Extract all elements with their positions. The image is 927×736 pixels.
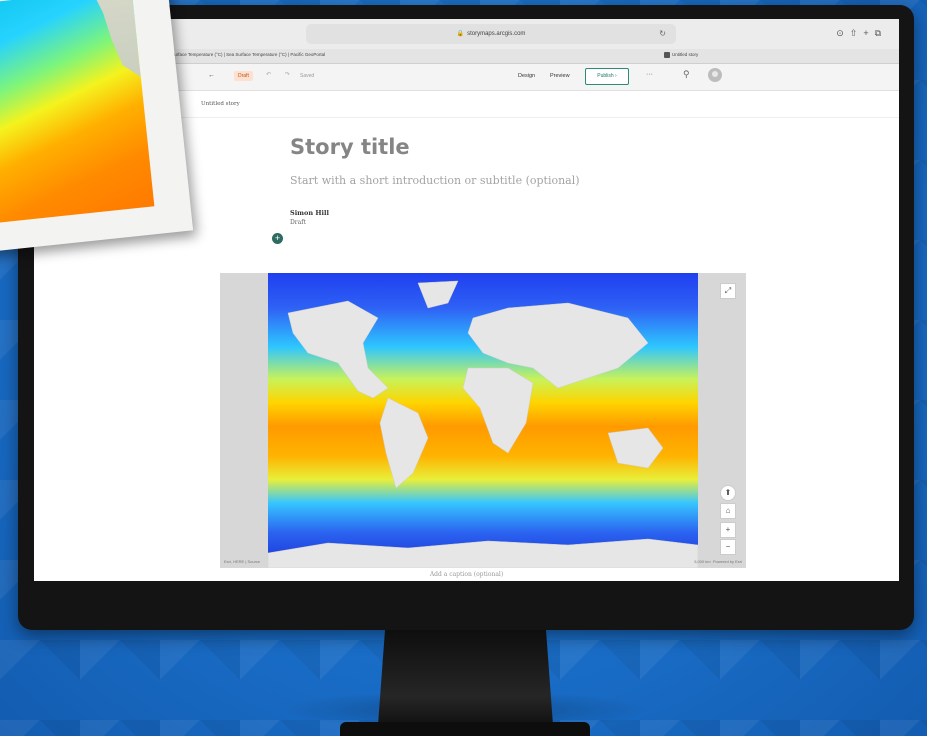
publish-button[interactable]: Publish › [585, 68, 629, 85]
home-icon[interactable]: ⌂ [720, 503, 736, 519]
zoom-in-button[interactable]: + [720, 522, 736, 538]
add-block-button[interactable]: + [272, 233, 283, 244]
url-text: storymaps.arcgis.com [467, 31, 526, 37]
story-status: Draft [290, 219, 306, 226]
story-name: Untitled story [201, 101, 240, 107]
compass-icon[interactable]: ⬆ [720, 485, 736, 501]
browser-actions[interactable]: ⊙⇧+⧉ [836, 28, 887, 39]
antarctica-shape [268, 538, 698, 568]
design-button[interactable]: Design [518, 73, 535, 79]
map-powered-by: 5,000 km Powered by Esri [694, 559, 742, 564]
preview-button[interactable]: Preview [550, 73, 570, 79]
sea-temperature-map[interactable] [268, 273, 698, 568]
avatar[interactable] [708, 68, 722, 82]
story-subtitle[interactable]: Start with a short introduction or subti… [290, 174, 580, 187]
url-field[interactable]: 🔒 storymaps.arcgis.com ↻ [306, 24, 676, 44]
map-frame[interactable]: ⤢ ⬆ ⌂ + − Esri, HERE | Source 5,000 km P… [220, 273, 746, 568]
arrow-left-icon[interactable]: ← [208, 72, 215, 79]
author-name: Simon Hill [290, 209, 329, 217]
lock-icon: 🔒 [456, 31, 465, 37]
favicon-icon [664, 52, 670, 58]
monitor-stand [378, 630, 553, 725]
caption-input[interactable]: Add a caption (optional) [34, 571, 899, 578]
powered-by-esri: Powered by Esri [712, 559, 742, 564]
map-attribution: Esri, HERE | Source [224, 559, 261, 564]
printed-map-photo [0, 0, 194, 253]
zoom-out-button[interactable]: − [720, 539, 736, 555]
expand-icon[interactable]: ⤢ [720, 283, 736, 299]
tab-geoportal[interactable]: Sea Surface Temperature (°C) | Sea Surfa… [154, 52, 325, 58]
draft-badge: Draft [234, 71, 253, 81]
map-scale: 5,000 km [694, 559, 711, 564]
share-icon[interactable]: ⚲ [683, 69, 690, 80]
more-options-button[interactable]: ··· [646, 71, 653, 78]
story-title[interactable]: Story title [290, 135, 410, 159]
monitor-base [340, 722, 590, 736]
tab-untitled-story[interactable]: Untitled story [664, 52, 698, 58]
reload-icon[interactable]: ↻ [659, 24, 666, 44]
undo-redo-buttons[interactable]: ↶ ↷ [266, 71, 296, 78]
saved-status: Saved [300, 73, 315, 79]
